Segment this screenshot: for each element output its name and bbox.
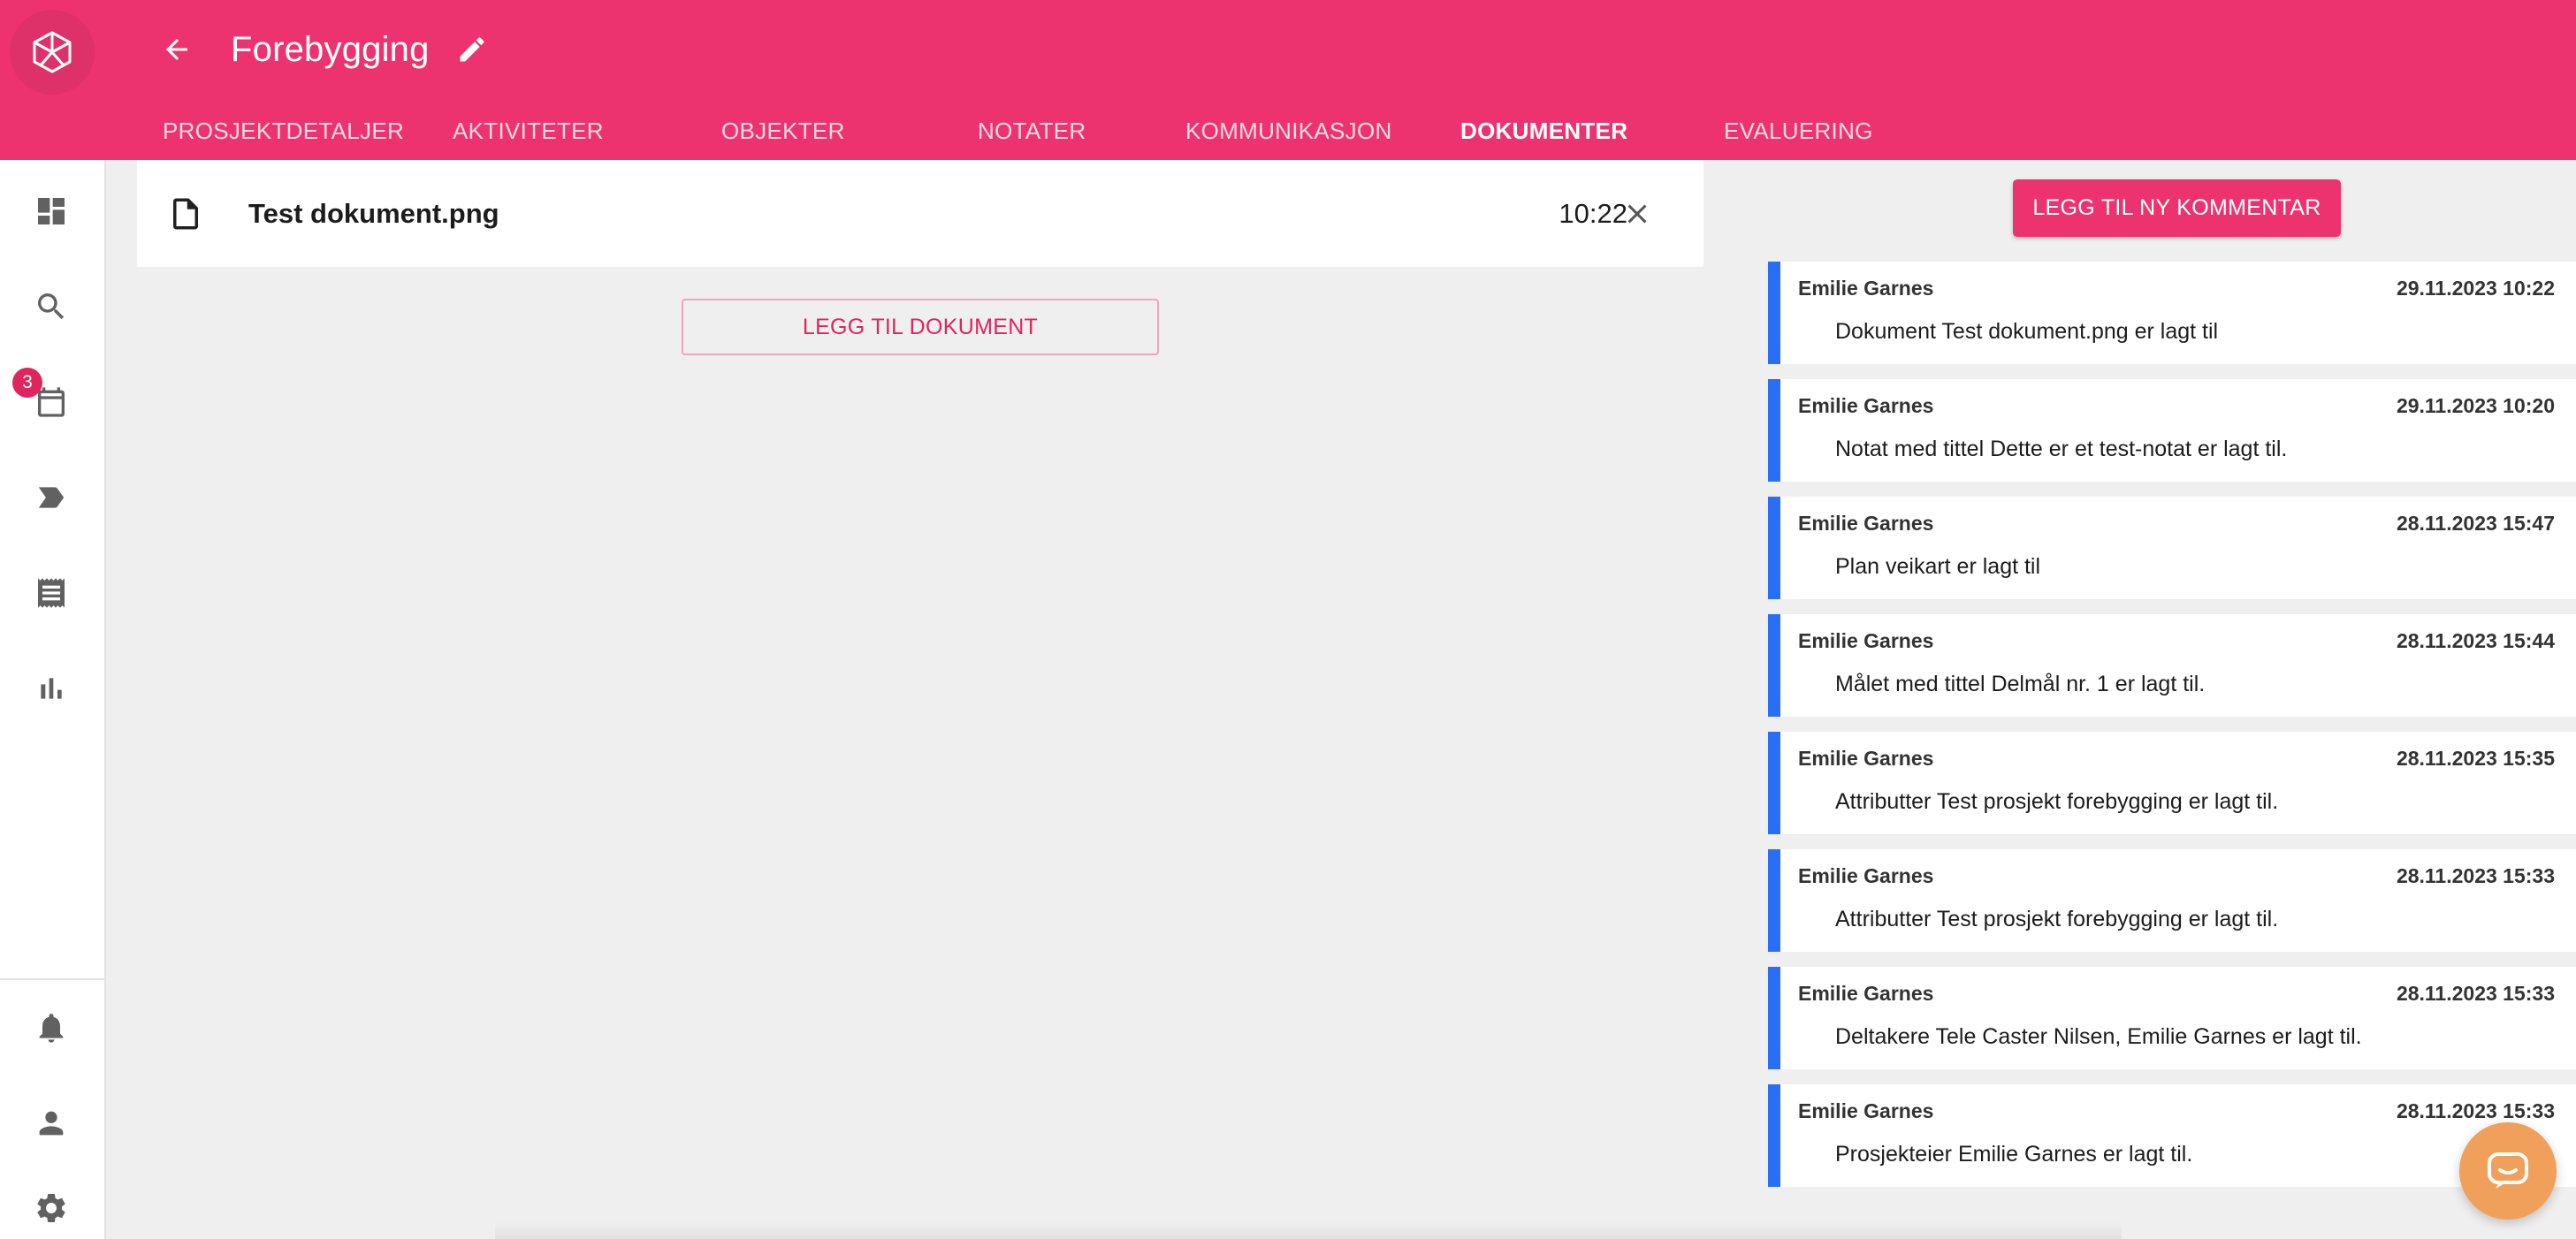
comment-author: Emilie Garnes	[1798, 394, 1934, 417]
comment-timestamp: 28.11.2023 15:33	[2396, 1099, 2555, 1122]
comment-timestamp: 28.11.2023 15:33	[2396, 982, 2555, 1005]
comment-author: Emilie Garnes	[1798, 512, 1934, 535]
comment-author: Emilie Garnes	[1798, 747, 1934, 770]
comment-author: Emilie Garnes	[1798, 864, 1934, 887]
tab-objekter[interactable]: OBJEKTER	[721, 104, 845, 160]
comment-item: Emilie Garnes 28.11.2023 15:44 Målet med…	[1768, 614, 2576, 717]
comment-text: Notat med tittel Dette er et test-notat …	[1835, 437, 2288, 461]
comment-timestamp: 28.11.2023 15:44	[2396, 629, 2555, 652]
bar-chart-icon[interactable]	[27, 664, 76, 713]
tab-prosjektdetaljer[interactable]: PROSJEKTDETALJER	[163, 104, 404, 160]
gear-icon[interactable]	[27, 1183, 76, 1233]
comment-timestamp: 28.11.2023 15:33	[2396, 864, 2555, 887]
logo-icon	[10, 10, 95, 95]
comment-text: Deltakere Tele Caster Nilsen, Emilie Gar…	[1835, 1024, 2362, 1049]
notification-badge: 3	[12, 368, 42, 398]
comment-item: Emilie Garnes 29.11.2023 10:22 Dokument …	[1768, 262, 2576, 364]
comment-author: Emilie Garnes	[1798, 982, 1934, 1005]
comment-timestamp: 29.11.2023 10:20	[2396, 394, 2555, 417]
document-row[interactable]: Test dokument.png 10:22	[137, 160, 1703, 267]
document-name[interactable]: Test dokument.png	[248, 194, 499, 234]
comment-text: Målet med tittel Delmål nr. 1 er lagt ti…	[1835, 672, 2206, 696]
app-header: Forebygging PROSJEKTDETALJER AKTIVITETER…	[0, 0, 2576, 160]
comment-item: Emilie Garnes 28.11.2023 15:33 Deltakere…	[1768, 967, 2576, 1069]
back-arrow-icon[interactable]	[156, 28, 198, 71]
comment-item: Emilie Garnes 28.11.2023 15:33 Prosjekte…	[1768, 1084, 2576, 1187]
comment-item: Emilie Garnes 28.11.2023 15:47 Plan veik…	[1768, 497, 2576, 599]
comment-text: Prosjekteier Emilie Garnes er lagt til.	[1835, 1142, 2193, 1167]
receipt-icon[interactable]	[27, 568, 76, 618]
document-time: 10:22	[1559, 198, 1627, 229]
comment-timestamp: 29.11.2023 10:22	[2396, 277, 2555, 300]
edit-pencil-icon[interactable]	[451, 28, 493, 71]
comment-text: Attributter Test prosjekt forebygging er…	[1835, 789, 2279, 814]
comment-author: Emilie Garnes	[1798, 629, 1934, 652]
add-comment-button[interactable]: LEGG TIL NY KOMMENTAR	[2013, 179, 2341, 237]
tab-aktiviteter[interactable]: AKTIVITETER	[453, 104, 604, 160]
chat-icon[interactable]	[2459, 1122, 2557, 1220]
search-icon[interactable]	[27, 282, 76, 331]
close-icon[interactable]	[1615, 192, 1659, 236]
tab-bar: PROSJEKTDETALJER AKTIVITETER OBJEKTER NO…	[0, 104, 1945, 160]
comment-timestamp: 28.11.2023 15:35	[2396, 747, 2555, 770]
comment-timestamp: 28.11.2023 15:47	[2396, 512, 2555, 535]
comment-author: Emilie Garnes	[1798, 1099, 1934, 1122]
sidebar-divider	[0, 978, 104, 980]
add-document-button[interactable]: LEGG TIL DOKUMENT	[682, 299, 1159, 355]
tab-notater[interactable]: NOTATER	[978, 104, 1086, 160]
left-sidebar: 3	[0, 160, 106, 1239]
app-logo[interactable]	[0, 0, 104, 104]
scroll-shadow	[495, 1221, 2122, 1239]
tab-evaluering[interactable]: EVALUERING	[1724, 104, 1873, 160]
comment-author: Emilie Garnes	[1798, 277, 1934, 300]
comment-item: Emilie Garnes 28.11.2023 15:33 Attributt…	[1768, 849, 2576, 952]
comment-item: Emilie Garnes 28.11.2023 15:35 Attributt…	[1768, 732, 2576, 834]
tab-dokumenter[interactable]: DOKUMENTER	[1460, 104, 1627, 160]
label-icon[interactable]	[27, 473, 76, 522]
comment-item: Emilie Garnes 29.11.2023 10:20 Notat med…	[1768, 379, 2576, 482]
comment-text: Plan veikart er lagt til	[1835, 554, 2041, 579]
bell-icon[interactable]	[27, 1003, 76, 1053]
page-title: Forebygging	[231, 30, 430, 69]
comment-text: Attributter Test prosjekt forebygging er…	[1835, 907, 2279, 931]
person-icon[interactable]	[27, 1098, 76, 1148]
file-icon	[164, 192, 208, 236]
dashboard-icon[interactable]	[27, 186, 76, 236]
tab-kommunikasjon[interactable]: KOMMUNIKASJON	[1185, 104, 1392, 160]
comment-text: Dokument Test dokument.png er lagt til	[1835, 319, 2219, 344]
